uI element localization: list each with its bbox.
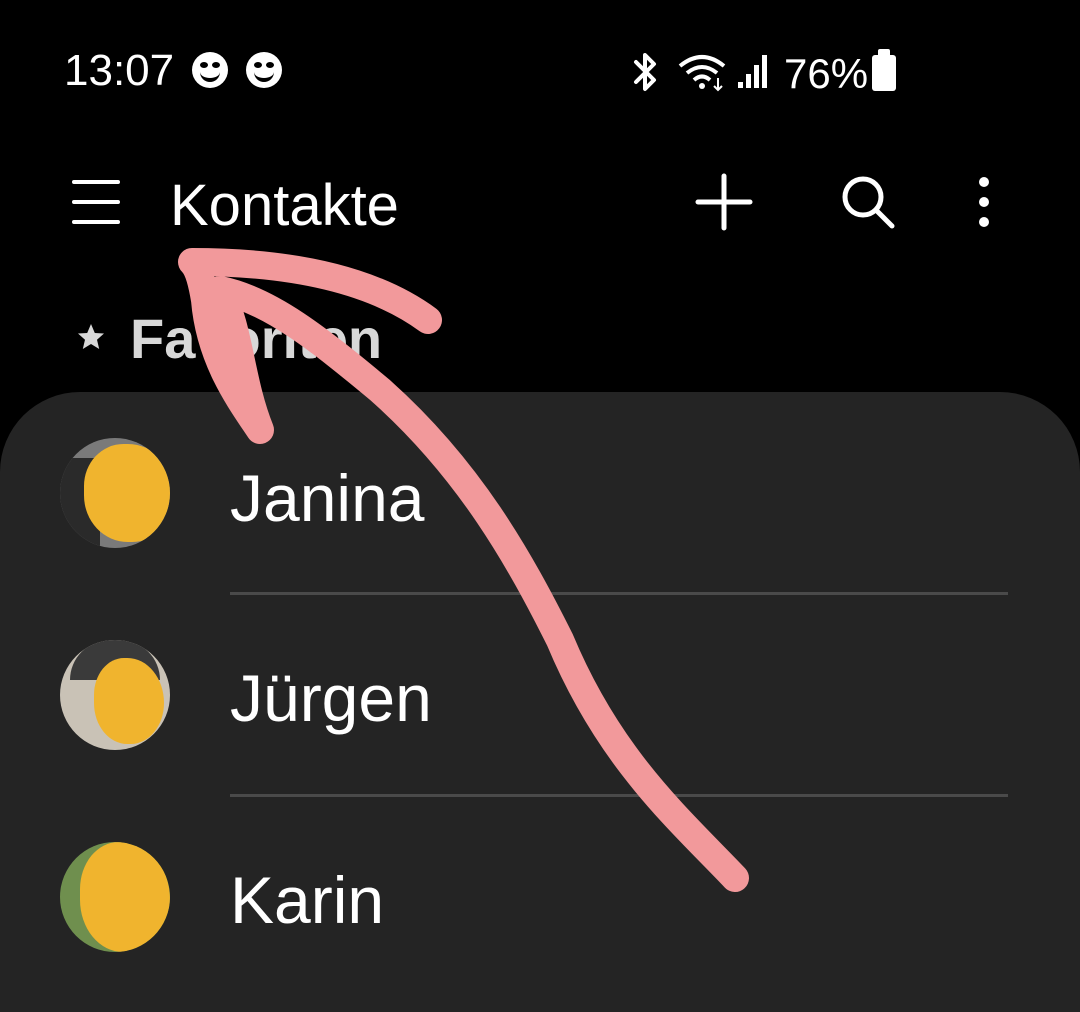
search-icon[interactable] [836, 170, 900, 234]
signal-icon [738, 55, 767, 88]
smiley-icon [192, 52, 228, 88]
bluetooth-icon [634, 53, 656, 91]
menu-icon[interactable] [72, 180, 122, 226]
contact-row[interactable]: Karin [0, 796, 1080, 996]
status-time: 13:07 [64, 46, 175, 95]
smiley-icon [246, 52, 282, 88]
page-title: Kontakte [170, 173, 399, 238]
favorites-list: Janina Jürgen Karin [0, 392, 1080, 1012]
contact-name: Jürgen [230, 661, 432, 735]
avatar [60, 640, 170, 750]
avatar [60, 438, 170, 548]
contact-row[interactable]: Jürgen [0, 594, 1080, 794]
status-bar: 13:07 76% [0, 0, 1080, 140]
avatar [60, 842, 170, 952]
battery-icon [872, 49, 896, 91]
favorites-header: Favoriten [130, 307, 383, 370]
star-icon [78, 324, 104, 349]
contact-name: Karin [230, 863, 385, 937]
battery-percentage: 76% [784, 50, 869, 97]
contact-row[interactable]: Janina [0, 392, 1080, 592]
contact-name: Janina [230, 461, 425, 535]
add-icon[interactable] [692, 170, 756, 234]
more-vert-icon[interactable] [952, 170, 1016, 234]
wifi-icon [678, 55, 726, 92]
